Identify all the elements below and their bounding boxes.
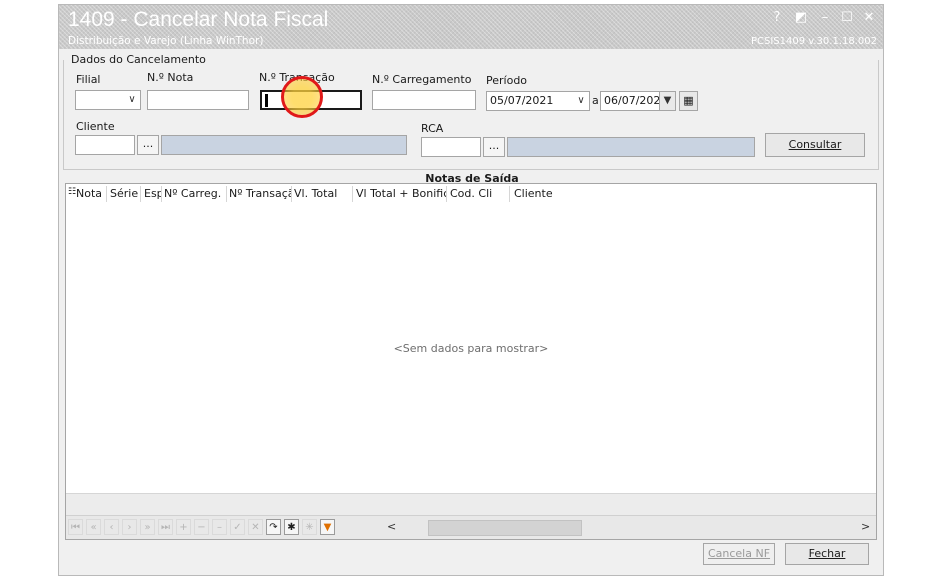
column-header[interactable]: Série xyxy=(110,187,142,201)
close-icon[interactable]: ✕ xyxy=(859,9,879,27)
column-header[interactable]: Cliente xyxy=(514,187,594,201)
nav-insert-icon[interactable]: + xyxy=(176,519,191,535)
scroll-right-icon[interactable]: > xyxy=(861,520,870,533)
grid-footer xyxy=(66,493,876,515)
column-header[interactable]: Nº Transação xyxy=(229,187,291,201)
periodo-end-date[interactable]: 06/07/2021 ▼ xyxy=(600,91,676,111)
nav-goto-bookmark-icon[interactable]: ✳ xyxy=(302,519,317,535)
nav-post-icon[interactable]: ✓ xyxy=(230,519,245,535)
column-chooser-icon[interactable]: ☷ xyxy=(68,187,76,201)
nav-filter-icon[interactable]: ▼ xyxy=(320,519,335,535)
column-divider xyxy=(446,186,447,202)
calendar-icon[interactable]: ▦ xyxy=(679,91,698,111)
nav-prev-icon[interactable]: ‹ xyxy=(104,519,119,535)
column-header[interactable]: Vl. Total xyxy=(294,187,354,201)
click-highlight-cursor xyxy=(281,76,323,118)
cliente-lookup-button[interactable]: ... xyxy=(137,135,159,155)
periodo-separator: a xyxy=(592,94,599,107)
filial-select[interactable]: ∨ xyxy=(75,90,141,110)
carregamento-label: N.º Carregamento xyxy=(372,73,472,86)
scroll-left-icon[interactable]: < xyxy=(387,520,396,533)
column-divider xyxy=(226,186,227,202)
nav-next-page-icon[interactable]: » xyxy=(140,519,155,535)
horizontal-scrollbar-thumb[interactable] xyxy=(428,520,582,536)
help-icon[interactable]: ? xyxy=(767,9,787,27)
version-label: PCSIS1409 v.30.1.18.002 xyxy=(750,36,877,47)
column-divider xyxy=(140,186,141,202)
column-divider xyxy=(509,186,510,202)
cancela-nf-button[interactable]: Cancela NF xyxy=(703,543,775,565)
column-divider xyxy=(291,186,292,202)
column-divider xyxy=(352,186,353,202)
column-divider xyxy=(161,186,162,202)
main-window: 1409 - Cancelar Nota Fiscal Distribuição… xyxy=(58,4,884,576)
periodo-label: Período xyxy=(486,74,528,87)
text-caret xyxy=(265,94,268,107)
nav-edit-icon[interactable]: – xyxy=(212,519,227,535)
nota-label: N.º Nota xyxy=(147,71,194,84)
cliente-label: Cliente xyxy=(76,120,115,133)
window-title: 1409 - Cancelar Nota Fiscal xyxy=(68,8,329,31)
title-bar: 1409 - Cancelar Nota Fiscal Distribuição… xyxy=(59,5,883,49)
carregamento-input[interactable] xyxy=(372,90,476,110)
grid-navigator: ⏮ « ‹ › » ⏭ + − – ✓ ✕ ↷ ✱ ✳ ▼ < > xyxy=(66,515,876,539)
nav-bookmark-icon[interactable]: ✱ xyxy=(284,519,299,535)
nav-delete-icon[interactable]: − xyxy=(194,519,209,535)
nav-first-icon[interactable]: ⏮ xyxy=(68,519,83,535)
section-label: Dados do Cancelamento xyxy=(71,53,206,66)
dropdown-arrow-icon[interactable]: ▼ xyxy=(659,92,675,110)
rca-name-display xyxy=(507,137,755,157)
nav-cancel-icon[interactable]: ✕ xyxy=(248,519,263,535)
cancela-nf-label: Cancela NF xyxy=(707,547,771,560)
column-header[interactable]: Esp xyxy=(144,187,161,201)
rca-lookup-button[interactable]: ... xyxy=(483,137,505,157)
window-subtitle: Distribuição e Varejo (Linha WinThor) xyxy=(68,35,264,47)
restore-layout-icon[interactable]: ◩ xyxy=(791,9,811,27)
consultar-button[interactable]: Consultar xyxy=(765,133,865,157)
chevron-down-icon[interactable]: ∨ xyxy=(124,91,140,109)
cliente-code-input[interactable] xyxy=(75,135,135,155)
notas-grid[interactable]: ☷ Nota Série Esp Nº Carreg. Nº Transação… xyxy=(65,183,877,540)
consultar-label: Consultar xyxy=(788,138,842,151)
rca-label: RCA xyxy=(421,122,444,135)
empty-message: <Sem dados para mostrar> xyxy=(393,342,549,355)
nav-next-icon[interactable]: › xyxy=(122,519,137,535)
cliente-name-display xyxy=(161,135,407,155)
column-divider xyxy=(106,186,107,202)
fechar-button[interactable]: Fechar xyxy=(785,543,869,565)
column-header[interactable]: Cod. Cli xyxy=(450,187,510,201)
periodo-start-value: 05/07/2021 xyxy=(490,94,554,107)
column-header[interactable]: Vl Total + Bonific xyxy=(356,187,446,201)
rca-code-input[interactable] xyxy=(421,137,481,157)
minimize-icon[interactable]: – xyxy=(815,9,835,27)
nota-input[interactable] xyxy=(147,90,249,110)
filial-label: Filial xyxy=(76,73,101,86)
nav-refresh-icon[interactable]: ↷ xyxy=(266,519,281,535)
chevron-down-icon[interactable]: ∨ xyxy=(573,92,589,110)
maximize-icon[interactable]: ☐ xyxy=(837,9,857,27)
nav-last-icon[interactable]: ⏭ xyxy=(158,519,173,535)
nav-prev-page-icon[interactable]: « xyxy=(86,519,101,535)
periodo-start-date[interactable]: 05/07/2021 ∨ xyxy=(486,91,590,111)
column-header[interactable]: Nº Carreg. xyxy=(164,187,228,201)
fechar-label: Fechar xyxy=(808,547,846,560)
column-header[interactable]: Nota xyxy=(76,187,108,201)
periodo-end-value: 06/07/2021 xyxy=(604,94,668,107)
